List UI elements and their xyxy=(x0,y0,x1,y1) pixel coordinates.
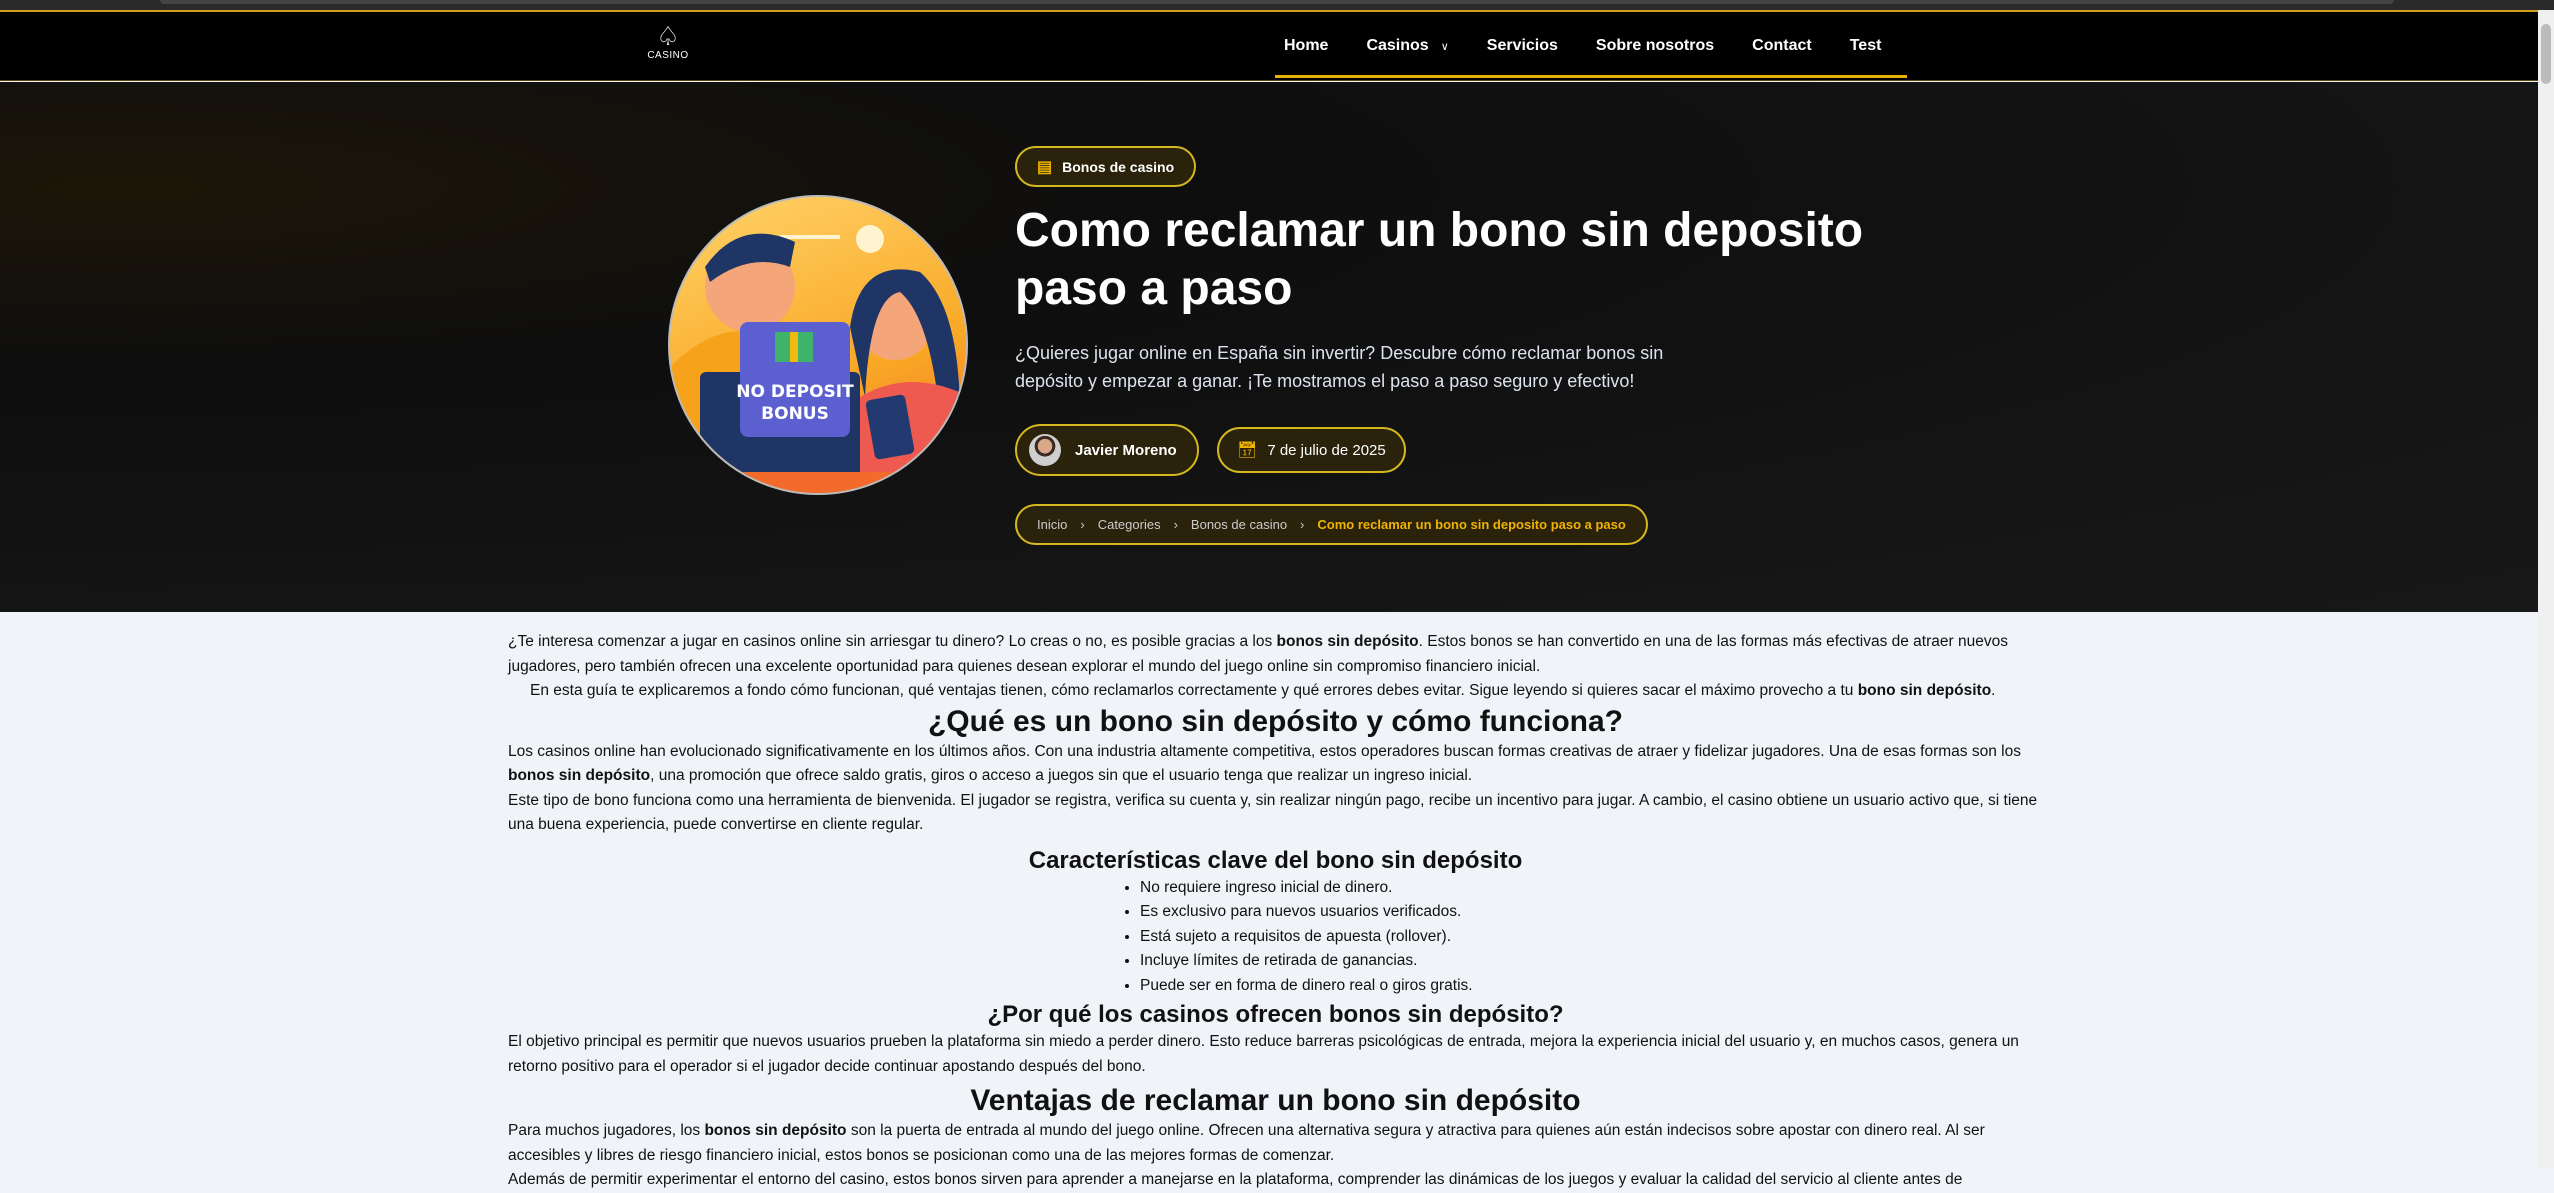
breadcrumb-bonos[interactable]: Bonos de casino xyxy=(1191,517,1287,532)
text: ¿Te interesa comenzar a jugar en casinos… xyxy=(508,633,1277,650)
scrollbar[interactable] xyxy=(2538,10,2554,1168)
calendar-icon: 📅︎ xyxy=(1237,442,1258,459)
spade-icon: ♤ xyxy=(656,21,680,51)
main-menu: Home Casinos ∨ Servicios Sobre nosotros C… xyxy=(1275,12,1900,80)
section-heading: Ventajas de reclamar un bono sin depósit… xyxy=(970,1084,1581,1117)
section-heading: ¿Qué es un bono sin depósito y cómo func… xyxy=(927,704,1624,738)
bold-text: bono sin depósito xyxy=(1857,682,1992,699)
nav-active-underline xyxy=(1275,75,1907,78)
newspaper-icon: ▤ xyxy=(1037,158,1053,176)
paragraph: Además de permitir experimentar el entor… xyxy=(508,1171,1963,1188)
paragraph: ¿Te interesa comenzar a jugar en casinos… xyxy=(508,630,2043,679)
chevron-down-icon: ∨ xyxy=(1440,41,1449,53)
subsection-heading: Características clave del bono sin depós… xyxy=(1028,846,1523,874)
chevron-right-icon: › xyxy=(1173,517,1178,532)
chevron-right-icon: › xyxy=(1080,517,1085,532)
subsection-heading: ¿Por qué los casinos ofrecen bonos sin d… xyxy=(987,1001,1564,1028)
svg-text:NO DEPOSIT: NO DEPOSIT xyxy=(736,382,854,402)
list-item: Puede ser en forma de dinero real o giro… xyxy=(1140,974,2043,999)
paragraph: Los casinos online han evolucionado sign… xyxy=(508,740,2043,789)
nav-casinos-label: Casinos xyxy=(1366,37,1429,54)
author-name: Javier Moreno xyxy=(1075,441,1177,459)
publish-date: 7 de julio de 2025 xyxy=(1267,441,1386,459)
author-badge[interactable]: Javier Moreno xyxy=(1015,424,1199,476)
browser-top-strip xyxy=(0,0,2554,10)
paragraph: Este tipo de bono funciona como una herr… xyxy=(508,791,2038,834)
text: En esta guía te explicaremos a fondo cóm… xyxy=(530,682,1858,699)
list-item: No requiere ingreso inicial de dinero. xyxy=(1140,876,2043,901)
text: Para muchos jugadores, los xyxy=(508,1122,705,1139)
featured-image: NO DEPOSIT BONUS xyxy=(668,195,968,495)
paragraph: El objetivo principal es permitir que nu… xyxy=(508,1033,2019,1075)
bold-text: bonos sin depósito xyxy=(704,1122,847,1139)
logo[interactable]: ♤ CASINO xyxy=(645,22,691,61)
scrollbar-thumb[interactable] xyxy=(2541,24,2551,84)
nav-test[interactable]: Test xyxy=(1850,37,1882,55)
text: Los casinos online han evolucionado sign… xyxy=(508,742,2021,760)
category-badge[interactable]: ▤ Bonos de casino xyxy=(1015,146,1197,187)
text: . xyxy=(1991,682,1996,699)
chevron-right-icon: › xyxy=(1300,517,1305,532)
bold-text: bonos sin depósito xyxy=(508,767,651,784)
breadcrumb-current: Como reclamar un bono sin deposito paso … xyxy=(1317,517,1626,532)
hero: NO DEPOSIT BONUS ▤ Bonos de casino Como … xyxy=(0,82,2538,612)
category-label: Bonos de casino xyxy=(1062,158,1175,175)
nav-contact[interactable]: Contact xyxy=(1752,37,1812,55)
bold-text: bonos sin depósito xyxy=(1276,633,1419,650)
date-badge: 📅︎ 7 de julio de 2025 xyxy=(1217,427,1406,473)
list-item: Incluye límites de retirada de ganancias… xyxy=(1140,949,2043,974)
nav-casinos[interactable]: Casinos ∨ xyxy=(1366,37,1448,55)
list-item: Es exclusivo para nuevos usuarios verifi… xyxy=(1140,900,2043,925)
avatar xyxy=(1029,434,1061,466)
paragraph: Para muchos jugadores, los bonos sin dep… xyxy=(508,1119,2043,1168)
page-subtitle: ¿Quieres jugar online en España sin inve… xyxy=(1015,343,1664,391)
list-item: Está sujeto a requisitos de apuesta (rol… xyxy=(1140,925,2043,950)
features-list: No requiere ingreso inicial de dinero. E… xyxy=(1118,876,2043,999)
paragraph: En esta guía te explicaremos a fondo cóm… xyxy=(508,679,2043,704)
article-body: ¿Te interesa comenzar a jugar en casinos… xyxy=(508,630,2043,1193)
nav-servicios[interactable]: Servicios xyxy=(1487,37,1558,55)
svg-text:BONUS: BONUS xyxy=(761,404,829,424)
breadcrumb: Inicio › Categories › Bonos de casino › … xyxy=(1015,504,1648,545)
breadcrumb-categories[interactable]: Categories xyxy=(1098,517,1161,532)
breadcrumb-inicio[interactable]: Inicio xyxy=(1037,517,1067,532)
nav-sobre-nosotros[interactable]: Sobre nosotros xyxy=(1596,37,1714,55)
page-title: Como reclamar un bono sin deposito paso … xyxy=(1015,204,1864,315)
nav-home[interactable]: Home xyxy=(1284,37,1328,55)
text: , una promoción que ofrece saldo gratis,… xyxy=(650,767,1473,784)
no-deposit-bonus-illustration: NO DEPOSIT BONUS xyxy=(670,225,966,493)
logo-text: CASINO xyxy=(647,50,689,61)
navbar: ♤ CASINO Home Casinos ∨ Servicios Sobre n… xyxy=(0,10,2538,81)
